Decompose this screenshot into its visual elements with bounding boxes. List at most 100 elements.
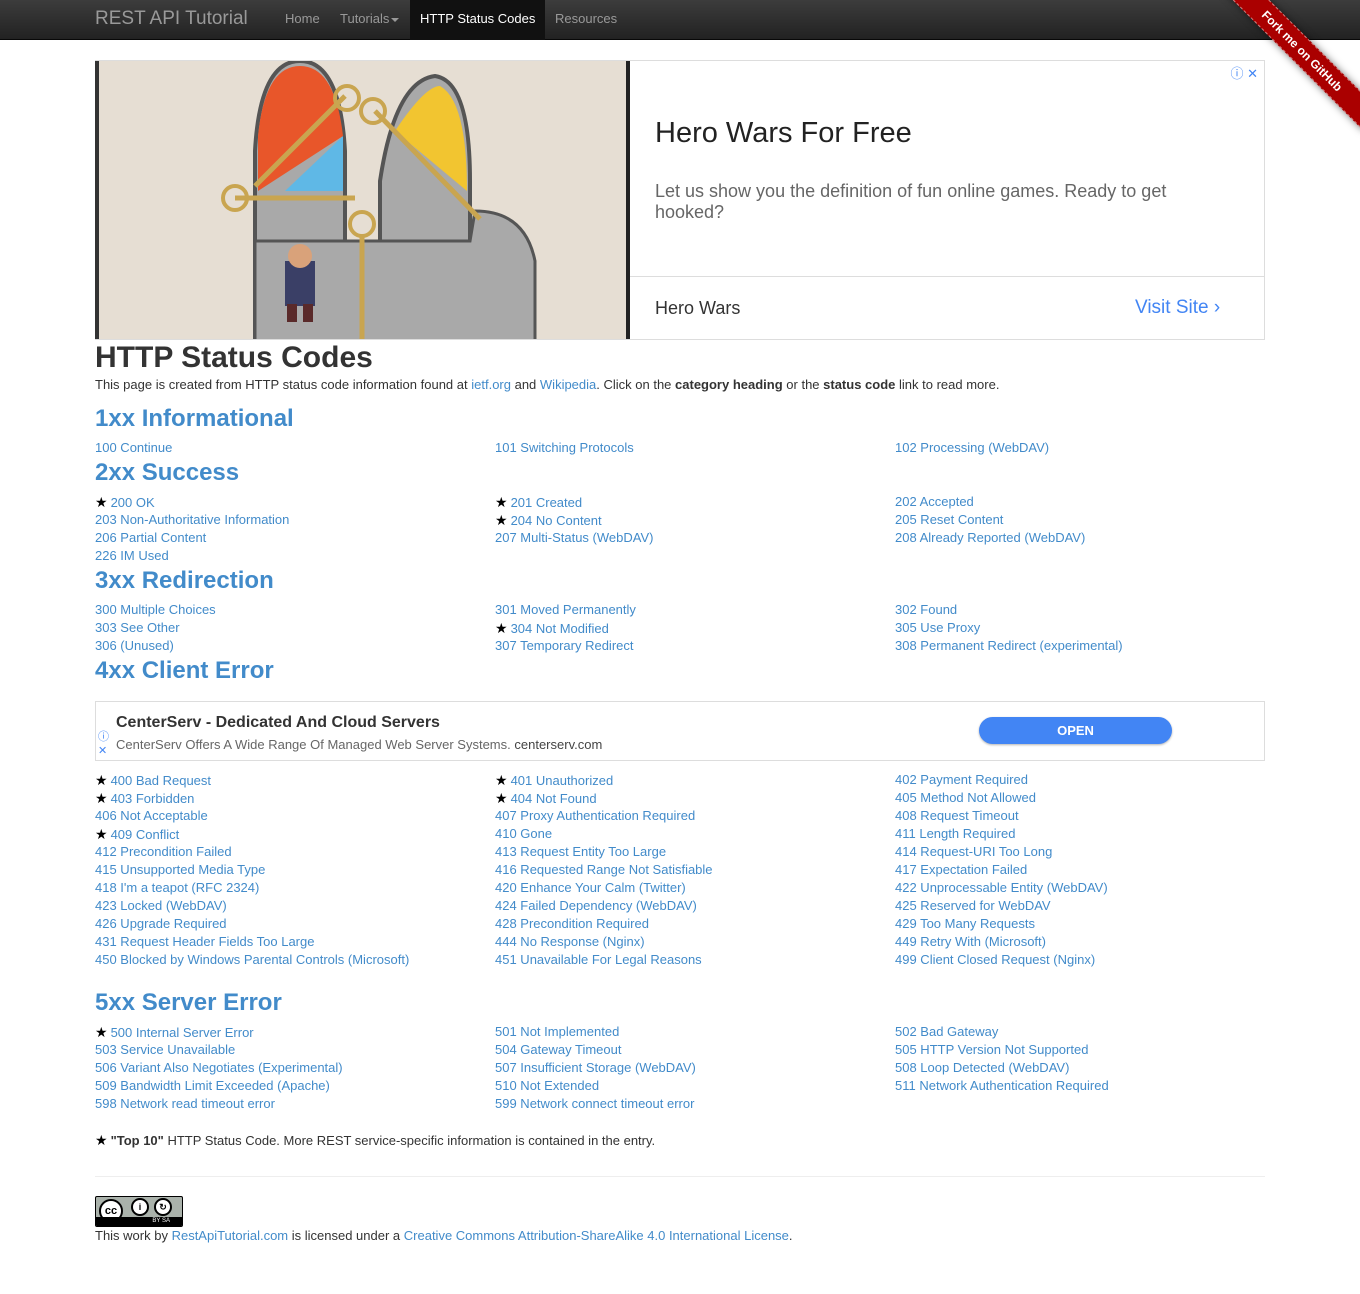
ietf-link[interactable]: ietf.org (471, 377, 511, 392)
site-link[interactable]: RestApiTutorial.com (172, 1228, 289, 1243)
status-424-link[interactable]: 424 Failed Dependency (WebDAV) (495, 898, 697, 913)
status-417-link[interactable]: 417 Expectation Failed (895, 862, 1027, 877)
wikipedia-link[interactable]: Wikipedia (540, 377, 596, 392)
status-303-link[interactable]: 303 See Other (95, 620, 180, 635)
status-400-link[interactable]: 400 Bad Request (111, 773, 211, 788)
status-226-link[interactable]: 226 IM Used (95, 548, 169, 563)
status-598-link[interactable]: 598 Network read timeout error (95, 1096, 275, 1111)
status-307-link[interactable]: 307 Temporary Redirect (495, 638, 634, 653)
status-406-link[interactable]: 406 Not Acceptable (95, 808, 208, 823)
status-408-link[interactable]: 408 Request Timeout (895, 808, 1019, 823)
status-405-link[interactable]: 405 Method Not Allowed (895, 790, 1036, 805)
status-416-link[interactable]: 416 Requested Range Not Satisfiable (495, 862, 713, 877)
status-302-link[interactable]: 302 Found (895, 602, 957, 617)
nav-home[interactable]: Home (275, 0, 330, 40)
status-206-link[interactable]: 206 Partial Content (95, 530, 206, 545)
top10-star-icon: ★ (95, 772, 108, 788)
status-444-link[interactable]: 444 No Response (Nginx) (495, 934, 645, 949)
status-401-row: ★ 401 Unauthorized (495, 772, 613, 789)
ad-info-icon[interactable]: ⓘ (98, 730, 109, 744)
status-425-link[interactable]: 425 Reserved for WebDAV (895, 898, 1051, 913)
status-502-link[interactable]: 502 Bad Gateway (895, 1024, 998, 1039)
status-306-link[interactable]: 306 (Unused) (95, 638, 174, 653)
category-4xx-heading[interactable]: 4xx Client Error (95, 657, 274, 685)
status-202-link[interactable]: 202 Accepted (895, 494, 974, 509)
category-5xx-heading[interactable]: 5xx Server Error (95, 989, 282, 1017)
status-501-link[interactable]: 501 Not Implemented (495, 1024, 619, 1039)
status-102-link[interactable]: 102 Processing (WebDAV) (895, 440, 1049, 455)
status-403-link[interactable]: 403 Forbidden (111, 791, 195, 806)
hero-wars-ad[interactable]: Hero Wars For Free Let us show you the d… (95, 60, 1265, 340)
ad2-open-button[interactable]: OPEN (979, 717, 1172, 744)
status-203-link[interactable]: 203 Non-Authoritative Information (95, 512, 289, 527)
category-3xx-heading[interactable]: 3xx Redirection (95, 567, 274, 595)
category-2xx-heading[interactable]: 2xx Success (95, 459, 239, 487)
status-450-link[interactable]: 450 Blocked by Windows Parental Controls… (95, 952, 409, 967)
centerserv-ad[interactable]: CenterServ - Dedicated And Cloud Servers… (95, 701, 1265, 761)
status-507-link[interactable]: 507 Insufficient Storage (WebDAV) (495, 1060, 696, 1075)
status-300-link[interactable]: 300 Multiple Choices (95, 602, 216, 617)
status-418-link[interactable]: 418 I'm a teapot (RFC 2324) (95, 880, 259, 895)
status-407-link[interactable]: 407 Proxy Authentication Required (495, 808, 695, 823)
status-451-link[interactable]: 451 Unavailable For Legal Reasons (495, 952, 702, 967)
status-401-link[interactable]: 401 Unauthorized (511, 773, 614, 788)
status-304-link[interactable]: 304 Not Modified (511, 621, 609, 636)
status-204-link[interactable]: 204 No Content (511, 513, 602, 528)
nav-tutorials-dropdown[interactable]: Tutorials (330, 0, 409, 40)
cc-license-badge[interactable]: cc i ↻ BY SA (95, 1196, 183, 1227)
status-506-link[interactable]: 506 Variant Also Negotiates (Experimenta… (95, 1060, 343, 1075)
status-505-link[interactable]: 505 HTTP Version Not Supported (895, 1042, 1088, 1057)
brand-link[interactable]: REST API Tutorial (95, 8, 248, 30)
status-205-link[interactable]: 205 Reset Content (895, 512, 1003, 527)
status-404-link[interactable]: 404 Not Found (511, 791, 597, 806)
license-mid: is licensed under a (288, 1228, 404, 1243)
ad2-controls[interactable]: ⓘ ✕ (98, 730, 109, 758)
status-428-link[interactable]: 428 Precondition Required (495, 916, 649, 931)
status-207-link[interactable]: 207 Multi-Status (WebDAV) (495, 530, 653, 545)
status-410-link[interactable]: 410 Gone (495, 826, 552, 841)
status-511-link[interactable]: 511 Network Authentication Required (895, 1078, 1109, 1093)
status-201-link[interactable]: 201 Created (511, 495, 583, 510)
status-100-link[interactable]: 100 Continue (95, 440, 172, 455)
status-101-link[interactable]: 101 Switching Protocols (495, 440, 634, 455)
status-423-link[interactable]: 423 Locked (WebDAV) (95, 898, 227, 913)
status-422-link[interactable]: 422 Unprocessable Entity (WebDAV) (895, 880, 1108, 895)
category-1xx-heading[interactable]: 1xx Informational (95, 405, 294, 433)
status-308-link[interactable]: 308 Permanent Redirect (experimental) (895, 638, 1123, 653)
status-420-link[interactable]: 420 Enhance Your Calm (Twitter) (495, 880, 686, 895)
nav-http-status-codes[interactable]: HTTP Status Codes (410, 0, 546, 40)
status-409-link[interactable]: 409 Conflict (111, 827, 180, 842)
status-200-link[interactable]: 200 OK (111, 495, 155, 510)
status-301-link[interactable]: 301 Moved Permanently (495, 602, 636, 617)
status-500-link[interactable]: 500 Internal Server Error (111, 1025, 254, 1040)
status-208-link[interactable]: 208 Already Reported (WebDAV) (895, 530, 1085, 545)
nav-resources[interactable]: Resources (545, 0, 627, 40)
status-402-link[interactable]: 402 Payment Required (895, 772, 1028, 787)
intro-or-the: or the (782, 377, 824, 392)
status-429-link[interactable]: 429 Too Many Requests (895, 916, 1035, 931)
top10-star-icon: ★ (495, 512, 508, 528)
ad-visit-site-button[interactable]: Visit Site › (1135, 297, 1220, 319)
ad-close-icon[interactable]: ✕ (98, 744, 109, 758)
status-305-link[interactable]: 305 Use Proxy (895, 620, 980, 635)
status-509-link[interactable]: 509 Bandwidth Limit Exceeded (Apache) (95, 1078, 330, 1093)
ad-title[interactable]: Hero Wars For Free (655, 117, 912, 150)
status-415-link[interactable]: 415 Unsupported Media Type (95, 862, 265, 877)
status-504-link[interactable]: 504 Gateway Timeout (495, 1042, 621, 1057)
ad-game-image[interactable] (95, 61, 630, 339)
cc-license-link[interactable]: Creative Commons Attribution-ShareAlike … (404, 1228, 789, 1243)
status-449-link[interactable]: 449 Retry With (Microsoft) (895, 934, 1046, 949)
status-503-link[interactable]: 503 Service Unavailable (95, 1042, 235, 1057)
status-599-link[interactable]: 599 Network connect timeout error (495, 1096, 694, 1111)
ad-close-icon[interactable]: ⓘ ✕ (1230, 63, 1258, 82)
status-413-link[interactable]: 413 Request Entity Too Large (495, 844, 666, 859)
status-431-link[interactable]: 431 Request Header Fields Too Large (95, 934, 314, 949)
status-510-link[interactable]: 510 Not Extended (495, 1078, 599, 1093)
status-414-link[interactable]: 414 Request-URI Too Long (895, 844, 1052, 859)
status-412-link[interactable]: 412 Precondition Failed (95, 844, 232, 859)
ad2-title[interactable]: CenterServ - Dedicated And Cloud Servers (116, 714, 440, 732)
status-426-link[interactable]: 426 Upgrade Required (95, 916, 227, 931)
status-508-link[interactable]: 508 Loop Detected (WebDAV) (895, 1060, 1069, 1075)
status-499-link[interactable]: 499 Client Closed Request (Nginx) (895, 952, 1095, 967)
status-411-link[interactable]: 411 Length Required (895, 826, 1015, 841)
